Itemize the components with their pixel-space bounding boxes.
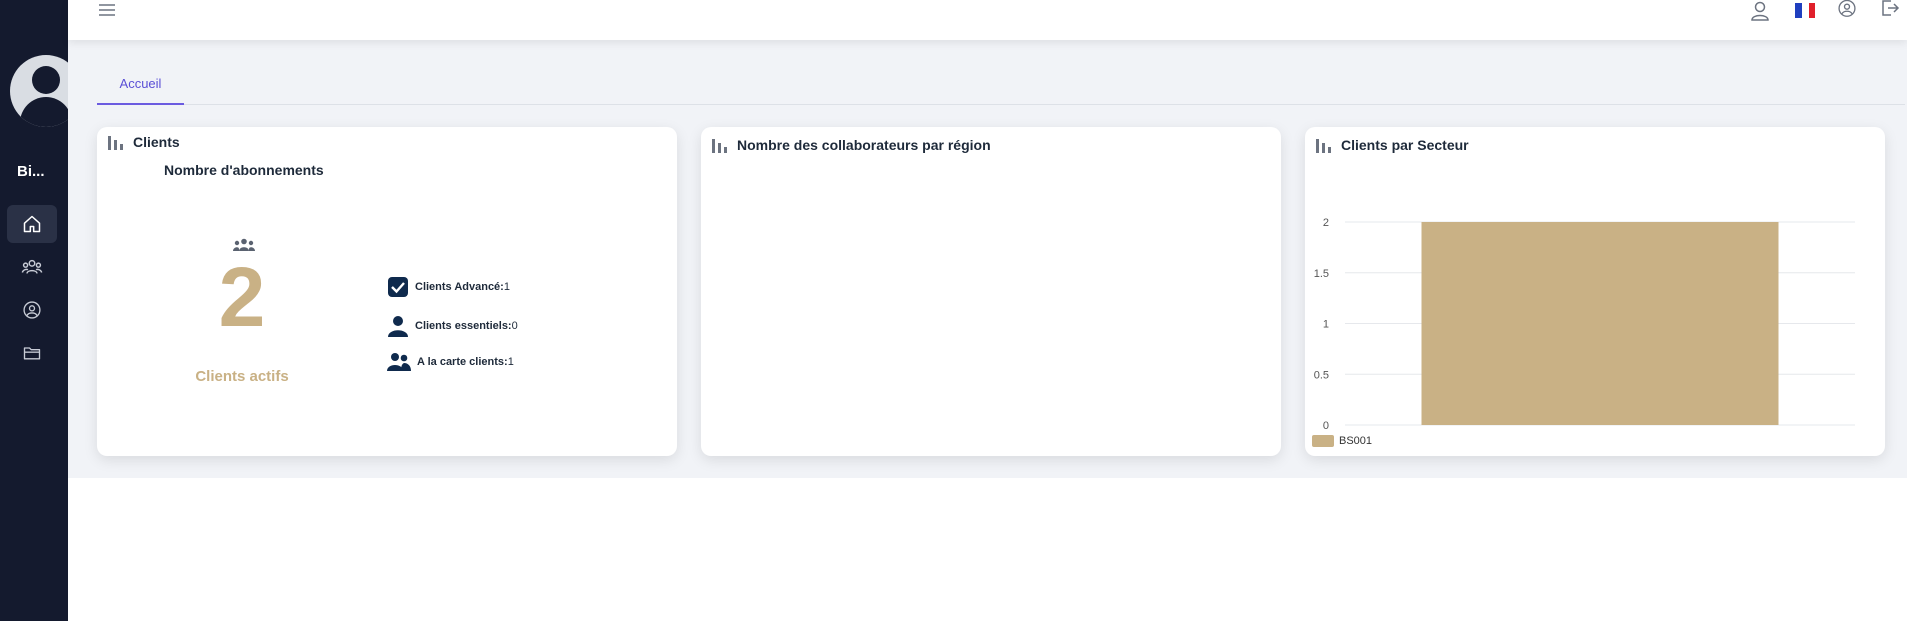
y-tick-label: 1.5 — [1314, 268, 1329, 280]
folder-icon — [23, 347, 41, 360]
tab-accueil[interactable]: Accueil — [97, 63, 184, 105]
people-icon — [387, 353, 411, 371]
collaborators-card: Nombre des collaborateurs par région — [701, 127, 1281, 456]
active-clients-count: 2 — [218, 250, 266, 344]
sector-card: Clients par Secteur 0 0.5 1 1.5 2 BS001 — [1305, 127, 1885, 456]
stat-label: A la carte clients: — [417, 356, 508, 368]
tab-bar: Accueil — [97, 63, 1905, 105]
legend-swatch — [1312, 435, 1334, 447]
user-icon[interactable] — [1750, 0, 1770, 22]
sector-bar-chart: 0 0.5 1 1.5 2 — [1314, 217, 1855, 432]
card-title: Nombre des collaborateurs par région — [737, 137, 991, 153]
sidebar: Bi... — [0, 0, 82, 621]
stat-value: 1 — [503, 281, 510, 293]
sidebar-item-users[interactable] — [7, 248, 57, 286]
y-tick-label: 0.5 — [1314, 369, 1329, 381]
checkbox-checked-icon — [388, 277, 408, 297]
legend-label: BS001 — [1339, 435, 1373, 447]
main-content: Accueil Clients Nombre d'abonnements 2 C… — [68, 40, 1907, 478]
sidebar-item-home[interactable] — [7, 205, 57, 243]
bar-chart-icon — [712, 139, 727, 153]
stat-essential: Clients essentiels: 0 — [387, 315, 518, 337]
card-title: Clients — [133, 134, 180, 150]
stat-value: 1 — [507, 356, 514, 368]
y-tick-label: 0 — [1323, 420, 1329, 432]
active-clients-label: Clients actifs — [195, 368, 289, 385]
bar-BS001[interactable] — [1421, 222, 1779, 425]
y-tick-label: 1 — [1323, 319, 1329, 331]
flag-france-icon[interactable] — [1794, 0, 1816, 20]
menu-icon[interactable] — [98, 0, 116, 20]
subscriptions-subtitle: Nombre d'abonnements — [164, 162, 324, 178]
person-icon — [388, 316, 408, 337]
logout-icon[interactable] — [1880, 0, 1900, 20]
users-group-icon — [21, 259, 43, 274]
clients-card: Clients Nombre d'abonnements 2 Clients a… — [97, 127, 677, 456]
stat-label: Clients essentiels: — [415, 320, 512, 332]
sidebar-item-files[interactable] — [7, 334, 57, 372]
user-name: Bi... — [17, 163, 45, 180]
account-circle-icon[interactable] — [1837, 0, 1857, 20]
stat-advanced: Clients Advancé: 1 — [387, 276, 510, 298]
stat-value: 0 — [511, 320, 518, 332]
top-bar — [68, 0, 1907, 40]
home-icon — [23, 215, 41, 233]
bar-chart-icon — [108, 136, 123, 150]
user-circle-icon — [23, 301, 41, 319]
y-tick-label: 2 — [1323, 217, 1329, 229]
stat-label: Clients Advancé: — [415, 281, 504, 293]
stat-a-la-carte: A la carte clients: 1 — [387, 351, 514, 373]
chart-legend[interactable]: BS001 — [1312, 435, 1372, 447]
sidebar-item-profile[interactable] — [7, 291, 57, 329]
